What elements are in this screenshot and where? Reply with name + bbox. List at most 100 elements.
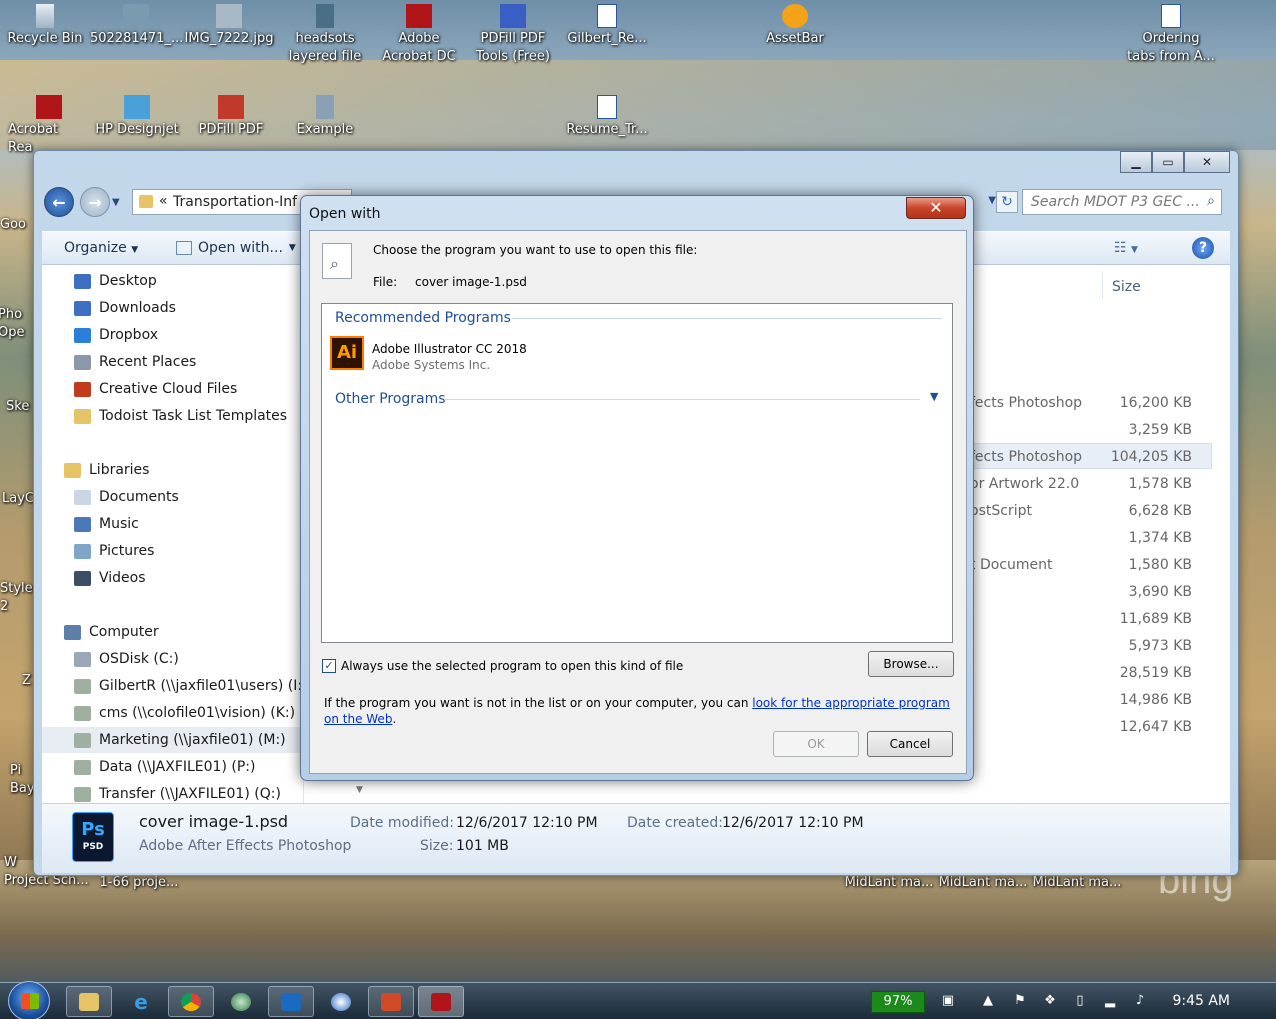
desktop-partial-label[interactable]: LayC	[2, 490, 36, 508]
nav-item-todoist[interactable]: Todoist Task List Templates	[74, 408, 287, 424]
refresh-button[interactable]: ↻	[996, 191, 1018, 213]
desktop-icon-image-file[interactable]: 502281471_...	[90, 4, 183, 48]
file-size-cell[interactable]: 1,578 KB	[1102, 476, 1192, 492]
desktop-icon-recycle-bin[interactable]: Recycle Bin	[0, 4, 90, 48]
desktop-partial-label[interactable]: Ske	[6, 398, 36, 416]
file-size-cell[interactable]: 5,973 KB	[1102, 638, 1192, 654]
desktop-icon-adobe-acrobat[interactable]: Adobe Acrobat DC	[374, 4, 464, 66]
file-type-cell[interactable]: fects Photoshop	[970, 395, 1082, 411]
start-button[interactable]	[8, 981, 50, 1019]
view-options-button[interactable]: ☷ ▼	[1114, 240, 1138, 256]
file-size-cell[interactable]: 1,580 KB	[1102, 557, 1192, 573]
desktop-icon-gilbert-resume[interactable]: Gilbert_Re...	[562, 4, 652, 48]
taskbar-explorer[interactable]	[66, 986, 112, 1017]
nav-item-downloads[interactable]: Downloads	[74, 300, 176, 316]
taskbar-acrobat[interactable]	[418, 986, 464, 1017]
nav-item-libraries[interactable]: Libraries	[64, 462, 149, 478]
nav-item-creative-cloud[interactable]: Creative Cloud Files	[74, 381, 237, 397]
nav-item-dropbox[interactable]: Dropbox	[74, 327, 158, 343]
minimize-button[interactable]: ▁	[1120, 151, 1152, 173]
desktop-icon-example[interactable]: Example	[280, 95, 370, 139]
device-icon[interactable]: ▯	[1072, 993, 1088, 1009]
nav-item-computer[interactable]: Computer	[64, 624, 159, 640]
close-button[interactable]: ✕	[1184, 151, 1230, 173]
action-center-flag-icon[interactable]: ⚑	[1012, 993, 1028, 1009]
nav-item-recent-places[interactable]: Recent Places	[74, 354, 196, 370]
taskbar-chrome[interactable]	[168, 986, 214, 1017]
desktop-icon-assetbar[interactable]: AssetBar	[750, 4, 840, 48]
file-size-cell[interactable]: 11,689 KB	[1102, 611, 1192, 627]
power-plug-icon[interactable]: ▣	[940, 993, 956, 1009]
maximize-button[interactable]: ▭	[1152, 151, 1184, 173]
recent-pages-chevron-icon[interactable]: ▼	[112, 197, 120, 208]
dialog-close-button[interactable]: ✕	[906, 197, 966, 219]
file-size-cell[interactable]: 1,374 KB	[1102, 530, 1192, 546]
nav-item-drive-p[interactable]: Data (\\JAXFILE01) (P:)	[74, 759, 255, 775]
taskbar-powerpoint[interactable]	[368, 986, 414, 1017]
desktop-icon-label-bottom[interactable]: MidLant ma...	[842, 874, 936, 892]
file-size-cell[interactable]: 28,519 KB	[1102, 665, 1192, 681]
help-button[interactable]: ?	[1192, 237, 1214, 259]
ok-button[interactable]: OK	[773, 731, 859, 757]
desktop-icon-acrobat-reader[interactable]: Acrobat Rea	[0, 95, 90, 157]
file-type-cell[interactable]: t Document	[970, 557, 1052, 573]
taskbar-internet-explorer[interactable]: e	[118, 986, 164, 1017]
nav-item-drive-q[interactable]: Transfer (\\JAXFILE01) (Q:)	[74, 786, 281, 802]
file-size-cell[interactable]: 14,986 KB	[1102, 692, 1192, 708]
desktop-icon-pdfill-tools[interactable]: PDFill PDF Tools (Free)	[468, 4, 558, 66]
search-input[interactable]: Search MDOT P3 GEC ... ⌕	[1022, 189, 1222, 215]
breadcrumb[interactable]: Transportation-Inf	[173, 194, 297, 210]
desktop-icon-ordering-tabs[interactable]: Ordering tabs from A...	[1126, 4, 1216, 66]
system-clock[interactable]: 9:45 AM	[1172, 993, 1230, 1009]
file-type-cell[interactable]: or Artwork 22.0	[970, 476, 1079, 492]
file-type-cell[interactable]: ostScript	[970, 503, 1032, 519]
file-size-cell[interactable]: 12,647 KB	[1102, 719, 1192, 735]
desktop-icon-label-bottom[interactable]: MidLant ma...	[1030, 874, 1124, 892]
forward-button[interactable]: →	[80, 187, 110, 217]
nav-item-drive-k[interactable]: cms (\\colofile01\vision) (K:)	[74, 705, 295, 721]
address-dropdown-icon[interactable]: ▼	[988, 195, 996, 206]
file-size-cell[interactable]: 3,259 KB	[1102, 422, 1192, 438]
desktop-icon-headsots[interactable]: headsots layered file	[280, 4, 370, 66]
nav-item-documents[interactable]: Documents	[74, 489, 179, 505]
expand-chevron-icon[interactable]: ▼	[930, 390, 938, 403]
nav-item-music[interactable]: Music	[74, 516, 139, 532]
file-size-cell[interactable]: 16,200 KB	[1102, 395, 1192, 411]
other-programs-header[interactable]: Other Programs	[335, 391, 446, 407]
scroll-down-icon[interactable]: ▼	[356, 785, 363, 795]
program-list[interactable]: Recommended Programs Ai Adobe Illustrato…	[321, 303, 953, 643]
dropbox-tray-icon[interactable]: ❖	[1042, 993, 1058, 1009]
file-size-cell[interactable]: 3,690 KB	[1102, 584, 1192, 600]
desktop-icon-resume[interactable]: Resume_Tr...	[562, 95, 652, 139]
desktop-icon-label-bottom[interactable]: 1-66 proje...	[94, 874, 184, 892]
volume-icon[interactable]: ♪	[1132, 993, 1148, 1009]
file-type-cell[interactable]: fects Photoshop	[970, 449, 1082, 465]
battery-indicator[interactable]: 97%	[871, 991, 925, 1013]
nav-item-desktop[interactable]: Desktop	[74, 273, 157, 289]
desktop-icon-pdfill[interactable]: PDFill PDF	[186, 95, 276, 139]
nav-item-pictures[interactable]: Pictures	[74, 543, 154, 559]
desktop-partial-label[interactable]: Style 2	[0, 580, 34, 616]
always-use-label[interactable]: Always use the selected program to open …	[341, 659, 683, 673]
nav-item-drive-i[interactable]: GilbertR (\\jaxfile01\users) (I:)	[74, 678, 308, 694]
back-button[interactable]: ←	[44, 187, 74, 217]
nav-item-videos[interactable]: Videos	[74, 570, 146, 586]
cancel-button[interactable]: Cancel	[867, 731, 953, 757]
organize-button[interactable]: Organize ▼	[64, 240, 138, 256]
browse-button[interactable]: Browse...	[868, 651, 954, 677]
open-with-button[interactable]: Open with... ▼	[176, 240, 296, 256]
desktop-icon-hp-designjet[interactable]: HP Designjet	[92, 95, 182, 139]
desktop-icon-img-7222[interactable]: IMG_7222.jpg	[184, 4, 274, 48]
always-use-checkbox[interactable]: ✓	[322, 659, 336, 673]
nav-item-drive-m[interactable]: Marketing (\\jaxfile01) (M:)	[74, 732, 286, 748]
taskbar-outlook[interactable]	[268, 986, 314, 1017]
taskbar-app[interactable]	[318, 986, 364, 1017]
file-size-cell[interactable]: 6,628 KB	[1102, 503, 1192, 519]
nav-item-osdisk[interactable]: OSDisk (C:)	[74, 651, 179, 667]
program-item-illustrator[interactable]: Ai Adobe Illustrator CC 2018 Adobe Syste…	[324, 334, 744, 378]
breadcrumb-overflow[interactable]: «	[159, 193, 168, 209]
taskbar-network-app[interactable]	[218, 986, 264, 1017]
file-size-cell[interactable]: 104,205 KB	[1102, 449, 1192, 465]
desktop-icon-label-bottom[interactable]: MidLant ma...	[936, 874, 1030, 892]
show-hidden-icons-icon[interactable]: ▲	[980, 993, 996, 1009]
